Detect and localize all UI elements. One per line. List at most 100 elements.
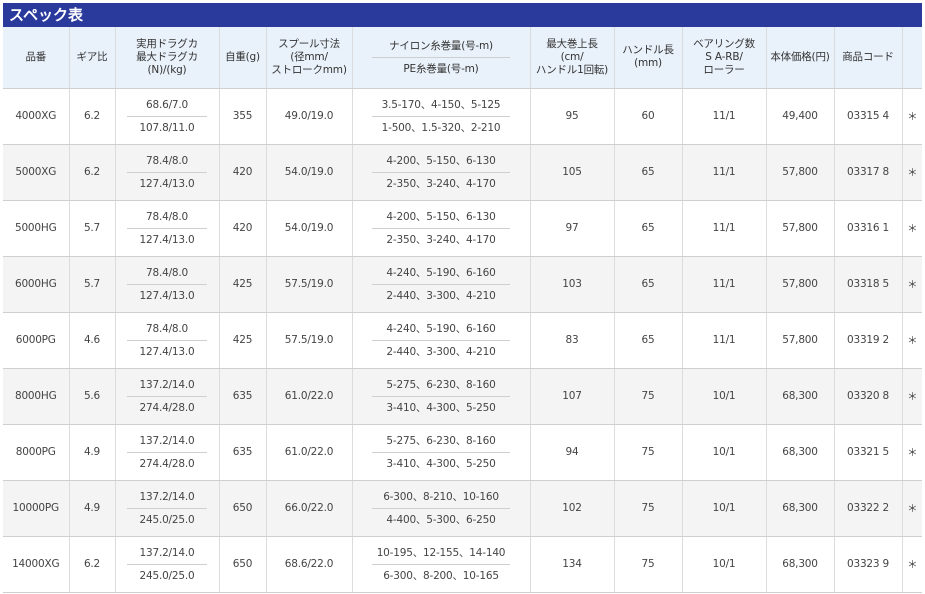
cell-code: 03321 5 xyxy=(834,424,903,481)
cell-weight: 425 xyxy=(219,312,267,369)
cell-drag-max: 127.4/13.0 xyxy=(139,233,195,246)
cell-pe: 2-440、3-300、4-210 xyxy=(386,289,496,302)
cell-spool: 54.0/19.0 xyxy=(266,144,353,201)
cell-model: 5000HG xyxy=(3,200,70,257)
cell-gear-ratio: 5.7 xyxy=(69,256,116,313)
cell-drag: 137.2/14.0 274.4/28.0 xyxy=(115,368,220,425)
cell-price: 57,800 xyxy=(766,312,835,369)
cell-weight: 425 xyxy=(219,256,267,313)
col-header-line-capacity: ナイロン糸巻量(号-m) PE糸巻量(号-m) xyxy=(352,27,531,89)
cell-handle: 65 xyxy=(614,256,683,313)
cell-weight: 420 xyxy=(219,200,267,257)
cell-nylon: 3.5-170、4-150、5-125 xyxy=(381,98,501,111)
cell-price: 49,400 xyxy=(766,88,835,145)
cell-weight: 650 xyxy=(219,536,267,593)
cell-code: 03323 9 xyxy=(834,536,903,593)
col-header-model: 品番 xyxy=(3,27,70,89)
col-header-price: 本体価格(円) xyxy=(766,27,835,89)
cell-mark: ＊ xyxy=(902,144,922,201)
cell-bearing: 10/1 xyxy=(682,480,767,537)
cell-drag-max: 127.4/13.0 xyxy=(139,345,195,358)
col-header-drag-unit: (N)/(kg) xyxy=(147,63,187,76)
cell-drag-practical: 78.4/8.0 xyxy=(145,154,188,167)
cell-retrieve: 95 xyxy=(530,88,615,145)
cell-bearing: 11/1 xyxy=(682,312,767,369)
cell-price: 57,800 xyxy=(766,144,835,201)
cell-gear-ratio: 6.2 xyxy=(69,536,116,593)
cell-drag-max: 245.0/25.0 xyxy=(139,513,195,526)
cell-pe: 2-350、3-240、4-170 xyxy=(386,177,496,190)
cell-gear-ratio: 5.6 xyxy=(69,368,116,425)
col-header-bearing-line1: ベアリング数 xyxy=(693,37,755,50)
cell-handle: 60 xyxy=(614,88,683,145)
cell-mark: ＊ xyxy=(902,480,922,537)
cell-pe: 3-410、4-300、5-250 xyxy=(386,401,496,414)
cell-drag: 68.6/7.0 107.8/11.0 xyxy=(115,88,220,145)
cell-bearing: 11/1 xyxy=(682,88,767,145)
cell-pe: 2-350、3-240、4-170 xyxy=(386,233,496,246)
cell-nylon: 5-275、6-230、8-160 xyxy=(386,378,496,391)
cell-code: 03320 8 xyxy=(834,368,903,425)
table-row: 8000PG 4.9 137.2/14.0 274.4/28.0 635 61.0/22.… xyxy=(3,424,922,481)
cell-drag-practical: 78.4/8.0 xyxy=(145,266,188,279)
col-header-handle-line2: (mm) xyxy=(634,57,662,70)
cell-line-capacity: 10-195、12-155、14-140 6-300、8-200、10-165 xyxy=(352,536,531,593)
cell-model: 6000PG xyxy=(3,312,70,369)
col-header-pe: PE糸巻量(号-m) xyxy=(403,62,479,75)
col-header-retrieve-line1: 最大巻上長 xyxy=(546,37,598,50)
cell-drag-practical: 137.2/14.0 xyxy=(139,378,195,391)
cell-drag: 137.2/14.0 274.4/28.0 xyxy=(115,424,220,481)
cell-code: 03316 1 xyxy=(834,200,903,257)
cell-line-capacity: 3.5-170、4-150、5-125 1-500、1.5-320、2-210 xyxy=(352,88,531,145)
cell-line-capacity: 4-200、5-150、6-130 2-350、3-240、4-170 xyxy=(352,200,531,257)
cell-spool: 66.0/22.0 xyxy=(266,480,353,537)
cell-nylon: 4-200、5-150、6-130 xyxy=(386,154,496,167)
cell-drag-max: 107.8/11.0 xyxy=(139,121,195,134)
cell-retrieve: 83 xyxy=(530,312,615,369)
cell-weight: 420 xyxy=(219,144,267,201)
cell-retrieve: 107 xyxy=(530,368,615,425)
cell-mark: ＊ xyxy=(902,368,922,425)
col-header-spool-line3: ストロークmm) xyxy=(271,63,347,76)
cell-spool: 61.0/22.0 xyxy=(266,424,353,481)
cell-weight: 650 xyxy=(219,480,267,537)
cell-model: 4000XG xyxy=(3,88,70,145)
cell-bearing: 10/1 xyxy=(682,368,767,425)
cell-pe: 4-400、5-300、6-250 xyxy=(386,513,496,526)
cell-price: 68,300 xyxy=(766,424,835,481)
col-header-gear-ratio: ギア比 xyxy=(69,27,116,89)
cell-model: 10000PG xyxy=(3,480,70,537)
cell-retrieve: 103 xyxy=(530,256,615,313)
col-header-retrieve-line2: (cm/ xyxy=(560,50,584,63)
cell-drag-max: 127.4/13.0 xyxy=(139,289,195,302)
cell-retrieve: 102 xyxy=(530,480,615,537)
cell-line-capacity: 6-300、8-210、10-160 4-400、5-300、6-250 xyxy=(352,480,531,537)
cell-gear-ratio: 6.2 xyxy=(69,88,116,145)
cell-drag: 78.4/8.0 127.4/13.0 xyxy=(115,256,220,313)
cell-pe: 1-500、1.5-320、2-210 xyxy=(381,121,501,134)
cell-mark: ＊ xyxy=(902,312,922,369)
spec-table-title: スペック表 xyxy=(3,3,922,27)
table-row: 14000XG 6.2 137.2/14.0 245.0/25.0 650 68.6/22… xyxy=(3,536,922,593)
cell-drag-max: 274.4/28.0 xyxy=(139,457,195,470)
cell-spool: 57.5/19.0 xyxy=(266,256,353,313)
cell-code: 03319 2 xyxy=(834,312,903,369)
cell-gear-ratio: 4.6 xyxy=(69,312,116,369)
cell-nylon: 4-240、5-190、6-160 xyxy=(386,266,496,279)
cell-pe: 6-300、8-200、10-165 xyxy=(383,569,499,582)
cell-price: 68,300 xyxy=(766,480,835,537)
col-header-bearing: ベアリング数 S A-RB/ ローラー xyxy=(682,27,767,89)
cell-weight: 635 xyxy=(219,424,267,481)
cell-retrieve: 134 xyxy=(530,536,615,593)
cell-model: 5000XG xyxy=(3,144,70,201)
cell-spool: 61.0/22.0 xyxy=(266,368,353,425)
table-row: 8000HG 5.6 137.2/14.0 274.4/28.0 635 61.0/22.… xyxy=(3,368,922,425)
col-header-spool: スプール寸法 (径mm/ ストロークmm) xyxy=(266,27,353,89)
cell-line-capacity: 4-240、5-190、6-160 2-440、3-300、4-210 xyxy=(352,312,531,369)
cell-code: 03317 8 xyxy=(834,144,903,201)
cell-drag: 78.4/8.0 127.4/13.0 xyxy=(115,200,220,257)
cell-code: 03318 5 xyxy=(834,256,903,313)
cell-drag-practical: 68.6/7.0 xyxy=(145,98,188,111)
cell-mark: ＊ xyxy=(902,200,922,257)
cell-drag: 137.2/14.0 245.0/25.0 xyxy=(115,480,220,537)
